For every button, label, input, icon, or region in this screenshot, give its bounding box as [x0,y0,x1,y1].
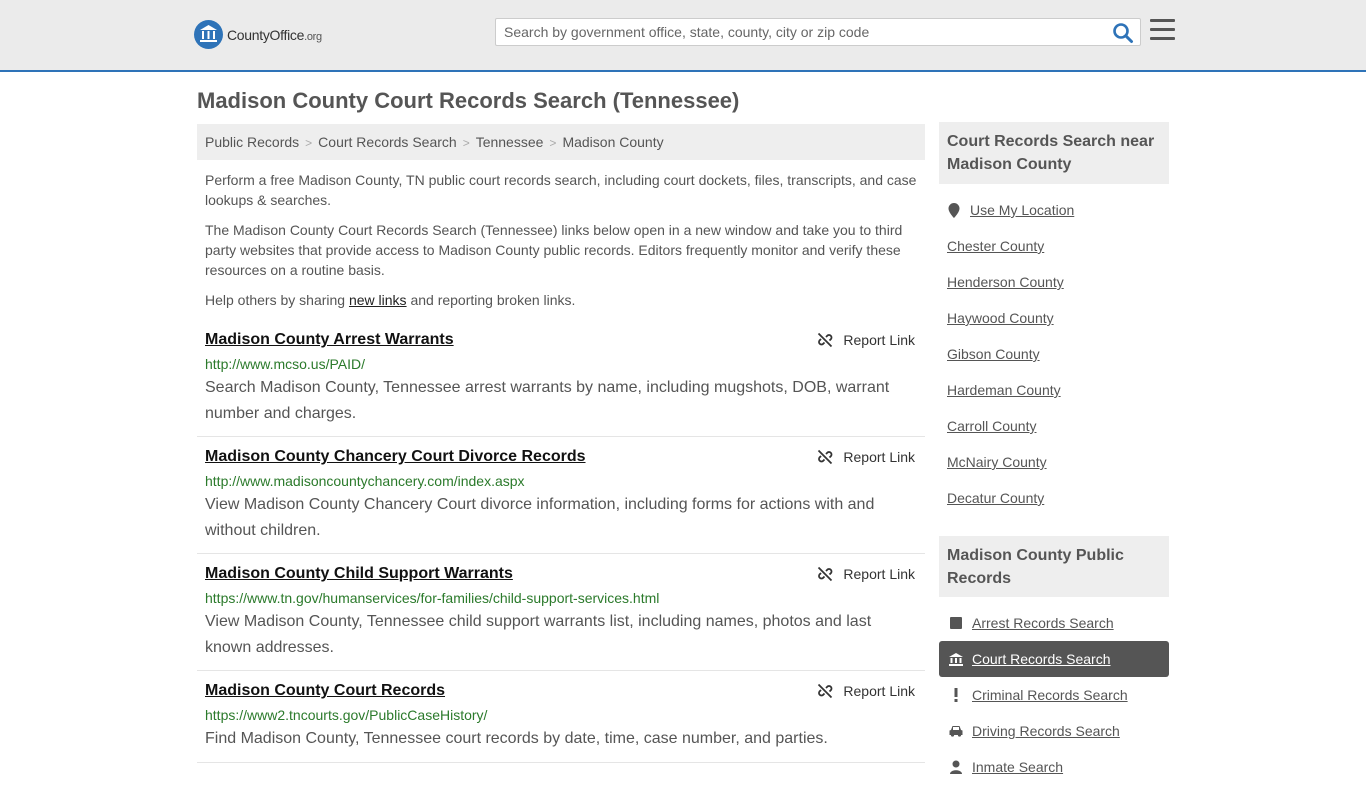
use-my-location-label: Use My Location [970,202,1075,218]
search-bar [495,18,1141,46]
breadcrumb-separator: > [462,136,470,150]
new-links-link[interactable]: new links [349,292,407,308]
sidebar-item-court-records[interactable]: Court Records Search [939,641,1169,677]
result-description: Find Madison County, Tennessee court rec… [205,730,828,747]
logo-text: CountyOffice [227,26,305,43]
result-url: http://www.mcso.us/PAID/ [205,356,366,372]
result-item: Madison County Court Records Report Link… [197,682,925,763]
intro-paragraph-3: Help others by sharing new links and rep… [205,292,576,308]
nearby-county-link[interactable]: Haywood County [947,310,1054,326]
report-link-label: Report Link [843,332,915,348]
result-title-link[interactable]: Madison County Court Records [205,682,445,700]
sidebar-item-label: Inmate Search [972,759,1064,775]
exclamation-icon [949,688,963,702]
sidebar-item-arrest-records[interactable]: Arrest Records Search [939,605,1169,641]
broken-link-icon [818,332,833,348]
map-marker-icon [947,202,961,218]
sidebar-item-label: Criminal Records Search [972,687,1128,703]
nearby-county-link[interactable]: Gibson County [947,346,1040,362]
nearby-county-link[interactable]: Henderson County [947,274,1064,290]
nearby-county-link[interactable]: Decatur County [947,490,1044,506]
result-item: Madison County Child Support Warrants Re… [197,565,925,671]
result-url: https://www2.tncourts.gov/PublicCaseHist… [205,707,488,723]
report-link-button[interactable]: Report Link [817,449,915,465]
logo[interactable]: CountyOffice.org [194,20,322,49]
intro-paragraph-2: The Madison County Court Records Search … [205,222,903,278]
sidebar-item-label: Driving Records Search [972,723,1120,739]
breadcrumb-court-records-search[interactable]: Court Records Search [318,134,457,150]
nearby-heading: Court Records Search near Madison County [939,122,1169,184]
broken-link-icon [818,449,833,465]
report-link-label: Report Link [843,449,915,465]
person-icon [949,760,963,774]
sidebar-item-label: Arrest Records Search [972,615,1114,631]
broken-link-icon [818,566,833,582]
use-my-location-link[interactable]: Use My Location [939,192,1169,228]
result-description: Search Madison County, Tennessee arrest … [205,379,890,422]
page-title: Madison County Court Records Search (Ten… [197,88,740,113]
result-description: View Madison County, Tennessee child sup… [205,613,872,656]
sidebar-item-criminal-records[interactable]: Criminal Records Search [939,677,1169,713]
nearby-county-link[interactable]: Carroll County [947,418,1036,434]
breadcrumb-public-records[interactable]: Public Records [205,134,299,150]
result-item: Madison County Chancery Court Divorce Re… [197,448,925,554]
square-icon [949,616,963,630]
broken-link-icon [818,683,833,699]
logo-suffix: .org [304,30,322,43]
result-description: View Madison County Chancery Court divor… [205,496,875,539]
breadcrumb-separator: > [549,136,557,150]
sidebar-item-label: Court Records Search [972,651,1111,667]
report-link-button[interactable]: Report Link [817,683,915,699]
nearby-county-link[interactable]: Chester County [947,238,1044,254]
courthouse-icon [949,652,963,666]
hamburger-menu-icon[interactable] [1150,19,1175,41]
result-title-link[interactable]: Madison County Arrest Warrants [205,331,454,349]
report-link-button[interactable]: Report Link [817,332,915,348]
breadcrumb-tennessee[interactable]: Tennessee [476,134,544,150]
nearby-county-link[interactable]: McNairy County [947,454,1047,470]
intro-paragraph-1: Perform a free Madison County, TN public… [205,172,917,208]
sidebar-item-driving-records[interactable]: Driving Records Search [939,713,1169,749]
report-link-label: Report Link [843,683,915,699]
search-icon[interactable] [1112,22,1134,44]
breadcrumb: Public Records > Court Records Search > Tenn… [197,124,925,160]
site-header: CountyOffice.org [0,0,1366,72]
search-input[interactable] [496,19,1106,45]
car-icon [949,724,963,738]
result-title-link[interactable]: Madison County Child Support Warrants [205,565,513,583]
result-url: https://www.tn.gov/humanservices/for-fam… [205,590,660,606]
report-link-button[interactable]: Report Link [817,566,915,582]
result-url: http://www.madisoncountychancery.com/ind… [205,473,525,489]
breadcrumb-separator: > [305,136,313,150]
logo-seal-icon [194,20,223,49]
report-link-label: Report Link [843,566,915,582]
public-records-heading: Madison County Public Records [939,536,1169,597]
result-item: Madison County Arrest Warrants Report Li… [197,331,925,437]
result-title-link[interactable]: Madison County Chancery Court Divorce Re… [205,448,586,466]
sidebar-item-inmate-search[interactable]: Inmate Search [939,749,1169,785]
breadcrumb-madison-county[interactable]: Madison County [562,134,663,150]
nearby-county-link[interactable]: Hardeman County [947,382,1061,398]
